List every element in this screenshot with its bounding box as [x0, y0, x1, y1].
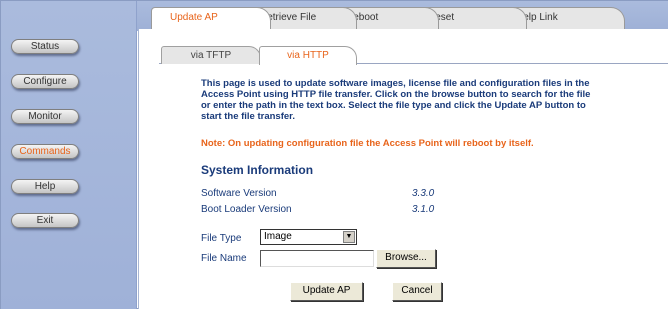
tab-update-ap[interactable]: Update AP: [151, 7, 271, 31]
chevron-down-icon[interactable]: ▼: [343, 231, 355, 243]
boot-loader-version-value: 3.1.0: [412, 204, 435, 215]
top-tab-bar: Help Link Reset Reboot Retrieve File Upd…: [137, 1, 668, 31]
cancel-button[interactable]: Cancel: [392, 282, 442, 301]
content-panel: via TFTP via HTTP This page is used to u…: [138, 29, 668, 309]
sidebar-item-status[interactable]: Status: [11, 39, 79, 54]
file-type-label: File Type: [201, 233, 242, 244]
tab-via-http[interactable]: via HTTP: [259, 46, 357, 65]
sidebar-item-commands[interactable]: Commands: [11, 144, 79, 159]
sidebar: Status Configure Monitor Commands Help E…: [1, 1, 137, 309]
sidebar-item-monitor[interactable]: Monitor: [11, 109, 79, 124]
browse-button[interactable]: Browse...: [376, 249, 436, 268]
reboot-note: Note: On updating configuration file the…: [201, 138, 534, 149]
software-version-value: 3.3.0: [412, 188, 435, 199]
software-version-label: Software Version: [201, 188, 277, 199]
sidebar-item-configure[interactable]: Configure: [11, 74, 79, 89]
update-ap-button[interactable]: Update AP: [290, 282, 363, 301]
tab-via-tftp[interactable]: via TFTP: [161, 46, 261, 64]
boot-loader-version-label: Boot Loader Version: [201, 204, 292, 215]
system-information-title: System Information: [201, 163, 314, 177]
sidebar-item-help[interactable]: Help: [11, 179, 79, 194]
file-name-input[interactable]: [260, 250, 374, 267]
file-name-label: File Name: [201, 253, 247, 264]
file-type-select[interactable]: Image ▼: [260, 229, 357, 245]
page-description: This page is used to update software ima…: [201, 78, 591, 122]
file-type-selected-value: Image: [264, 231, 292, 242]
sidebar-item-exit[interactable]: Exit: [11, 213, 79, 228]
app-frame: Status Configure Monitor Commands Help E…: [0, 0, 668, 309]
